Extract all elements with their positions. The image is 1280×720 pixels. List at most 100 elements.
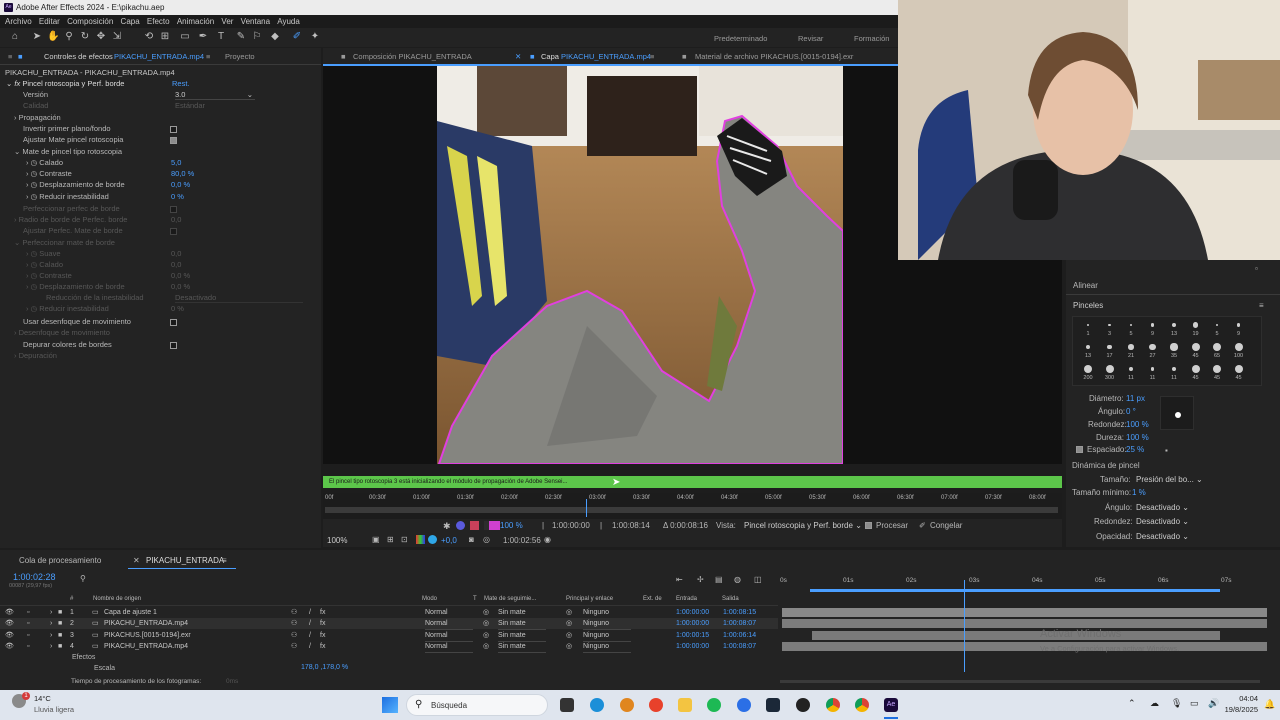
blender-icon[interactable]: [620, 698, 634, 712]
menu-capa[interactable]: Capa: [121, 15, 140, 28]
notifications-icon[interactable]: 🔔: [1264, 699, 1275, 710]
brush-preset[interactable]: 45: [1230, 364, 1248, 384]
brush-preset[interactable]: 17: [1101, 342, 1119, 362]
layer-mode[interactable]: Normal: [425, 618, 473, 631]
ajustar-perf-checkbox[interactable]: [170, 228, 177, 235]
brush-preset[interactable]: 200: [1079, 364, 1097, 384]
mic-icon[interactable]: 🎙: [1171, 698, 1182, 709]
search-bar[interactable]: ⚲ Búsqueda: [406, 694, 548, 716]
panel-menu-icon[interactable]: ▫: [1255, 264, 1258, 273]
brush-preset[interactable]: 13: [1079, 342, 1097, 362]
menu-composicion[interactable]: Composición: [67, 15, 113, 28]
layer-track-bar[interactable]: [782, 619, 1267, 629]
reducir-value[interactable]: 0 %: [171, 191, 184, 202]
brush-preset[interactable]: 100: [1230, 342, 1248, 362]
layer-track-matte[interactable]: Sin mate: [498, 618, 546, 631]
menu-efecto[interactable]: Efecto: [147, 15, 170, 28]
brush-preset[interactable]: 11: [1122, 364, 1140, 384]
brush-preset[interactable]: 35: [1165, 342, 1183, 362]
steam-icon[interactable]: [766, 698, 780, 712]
overlay-icon[interactable]: [470, 521, 479, 530]
graph-editor-icon[interactable]: ◫: [754, 575, 762, 584]
brush-preset[interactable]: 65: [1208, 342, 1226, 362]
depurar-checkbox[interactable]: [170, 342, 177, 349]
brush-preset[interactable]: 9: [1144, 320, 1162, 340]
exposure-value[interactable]: +0,0: [441, 536, 457, 545]
hand-tool-icon[interactable]: ✋: [47, 31, 59, 43]
effect-title-row[interactable]: ⌄ fx Pincel rotoscopia y Perf. borde: [6, 78, 124, 89]
time-ruler[interactable]: 0s 01s 02s 03s 04s 05s 06s 07s: [780, 577, 1280, 592]
quality-switch-icon[interactable]: /: [309, 630, 311, 641]
brush-preset[interactable]: 13: [1165, 320, 1183, 340]
search-icon[interactable]: ⚲: [80, 574, 86, 583]
comp-flow-icon[interactable]: ⇤: [676, 575, 683, 584]
layer-track-matte[interactable]: Sin mate: [498, 641, 546, 653]
frame-blend-icon[interactable]: ◍: [734, 575, 741, 584]
brush-preset[interactable]: 27: [1144, 342, 1162, 362]
spiral-icon[interactable]: ◎: [483, 630, 489, 641]
brush-preset[interactable]: 45: [1208, 364, 1226, 384]
current-time[interactable]: 1:00:02:56: [503, 536, 541, 545]
playhead[interactable]: [586, 499, 587, 517]
panel-menu-icon[interactable]: ≡: [222, 556, 227, 565]
menu-ventana[interactable]: Ventana: [241, 15, 270, 28]
close-icon[interactable]: ✕: [515, 52, 521, 61]
brush-preset[interactable]: 5: [1122, 320, 1140, 340]
rotate-tool-icon[interactable]: ⟲: [143, 31, 155, 43]
panel-menu-icon[interactable]: ≡: [650, 52, 654, 61]
brush-tool-icon[interactable]: ✎: [235, 31, 247, 43]
shy-icon[interactable]: ▤: [715, 575, 723, 584]
lock-icon[interactable]: ▫: [27, 630, 29, 641]
espaciado-checkbox[interactable]: [1076, 446, 1083, 453]
tab-comp-timeline[interactable]: PIKACHU_ENTRADA: [146, 556, 224, 565]
pickwhip-icon[interactable]: ◎: [566, 641, 572, 652]
espaciado-value[interactable]: 25 %: [1126, 445, 1144, 454]
in-point-marker-icon[interactable]: |: [542, 521, 544, 530]
new-brush-icon[interactable]: ▪: [1165, 446, 1168, 455]
network-icon[interactable]: ☁: [1150, 698, 1159, 709]
shy-switch-icon[interactable]: ⚇: [291, 607, 297, 618]
ea-app-icon[interactable]: [737, 698, 751, 712]
fx-switch-icon[interactable]: fx: [320, 641, 325, 652]
reset-link[interactable]: Rest.: [172, 78, 190, 89]
brush-preview[interactable]: [1160, 396, 1194, 430]
onion-skin-icon[interactable]: [456, 521, 465, 530]
stopwatch-icon[interactable]: ◷: [31, 169, 38, 178]
layer-track-matte[interactable]: Sin mate: [498, 607, 546, 619]
label-color-icon[interactable]: ■: [58, 641, 62, 652]
work-area-bar[interactable]: [810, 589, 1220, 592]
pan-tool-icon[interactable]: ✥: [95, 31, 107, 43]
mate-group-row[interactable]: ⌄ Mate de pincel tipo rotoscopia: [14, 146, 122, 157]
redondez2-dropdown[interactable]: Desactivado ⌄: [1136, 517, 1189, 526]
layer-type-icon[interactable]: ▭: [92, 630, 99, 641]
layer-row[interactable]: 👁 ▫ › ■ 4 ▭ PIKACHU_ENTRADA.mp4 ⚇ / fx Normal ◎ Sin …: [0, 641, 778, 653]
propagacion-row[interactable]: › Propagación: [14, 112, 61, 123]
exposure-icon[interactable]: [428, 535, 437, 544]
angulo-value[interactable]: 0 °: [1126, 407, 1136, 416]
perfeccionar-checkbox[interactable]: [170, 206, 177, 213]
weather-text[interactable]: Lluvia ligera: [34, 705, 74, 714]
lock-icon[interactable]: ■: [682, 52, 687, 61]
layer-parent[interactable]: Ninguno: [583, 618, 631, 631]
lock-icon[interactable]: ■: [530, 52, 535, 61]
rectangle-tool-icon[interactable]: ▭: [179, 31, 191, 43]
layer-type-icon[interactable]: ▭: [92, 641, 99, 652]
timeline-playhead[interactable]: [964, 580, 965, 672]
brush-preset[interactable]: 11: [1165, 364, 1183, 384]
layer-parent[interactable]: Ninguno: [583, 641, 631, 653]
timeline-current-time[interactable]: 1:00:02:28: [13, 572, 56, 582]
panel-menu-icon[interactable]: ≡: [206, 52, 210, 61]
eye-icon[interactable]: 👁: [5, 607, 14, 618]
video-frame[interactable]: [437, 66, 843, 464]
brush-preset[interactable]: 21: [1122, 342, 1140, 362]
layer-in[interactable]: 1:00:00:00: [676, 607, 709, 618]
layer-in[interactable]: 1:00:00:00: [676, 641, 709, 652]
tab-cola[interactable]: Cola de procesamiento: [19, 556, 101, 565]
lock-icon[interactable]: ▫: [27, 607, 29, 618]
version-dropdown[interactable]: 3.0 ⌄: [175, 89, 255, 100]
desenfoque-mov-row[interactable]: › Desenfoque de movimiento: [14, 327, 110, 338]
brush-preset[interactable]: 45: [1187, 364, 1205, 384]
clock-time[interactable]: 04:04: [1220, 694, 1258, 703]
lock-icon[interactable]: ■: [341, 52, 346, 61]
home-icon[interactable]: ⌂: [9, 31, 21, 43]
